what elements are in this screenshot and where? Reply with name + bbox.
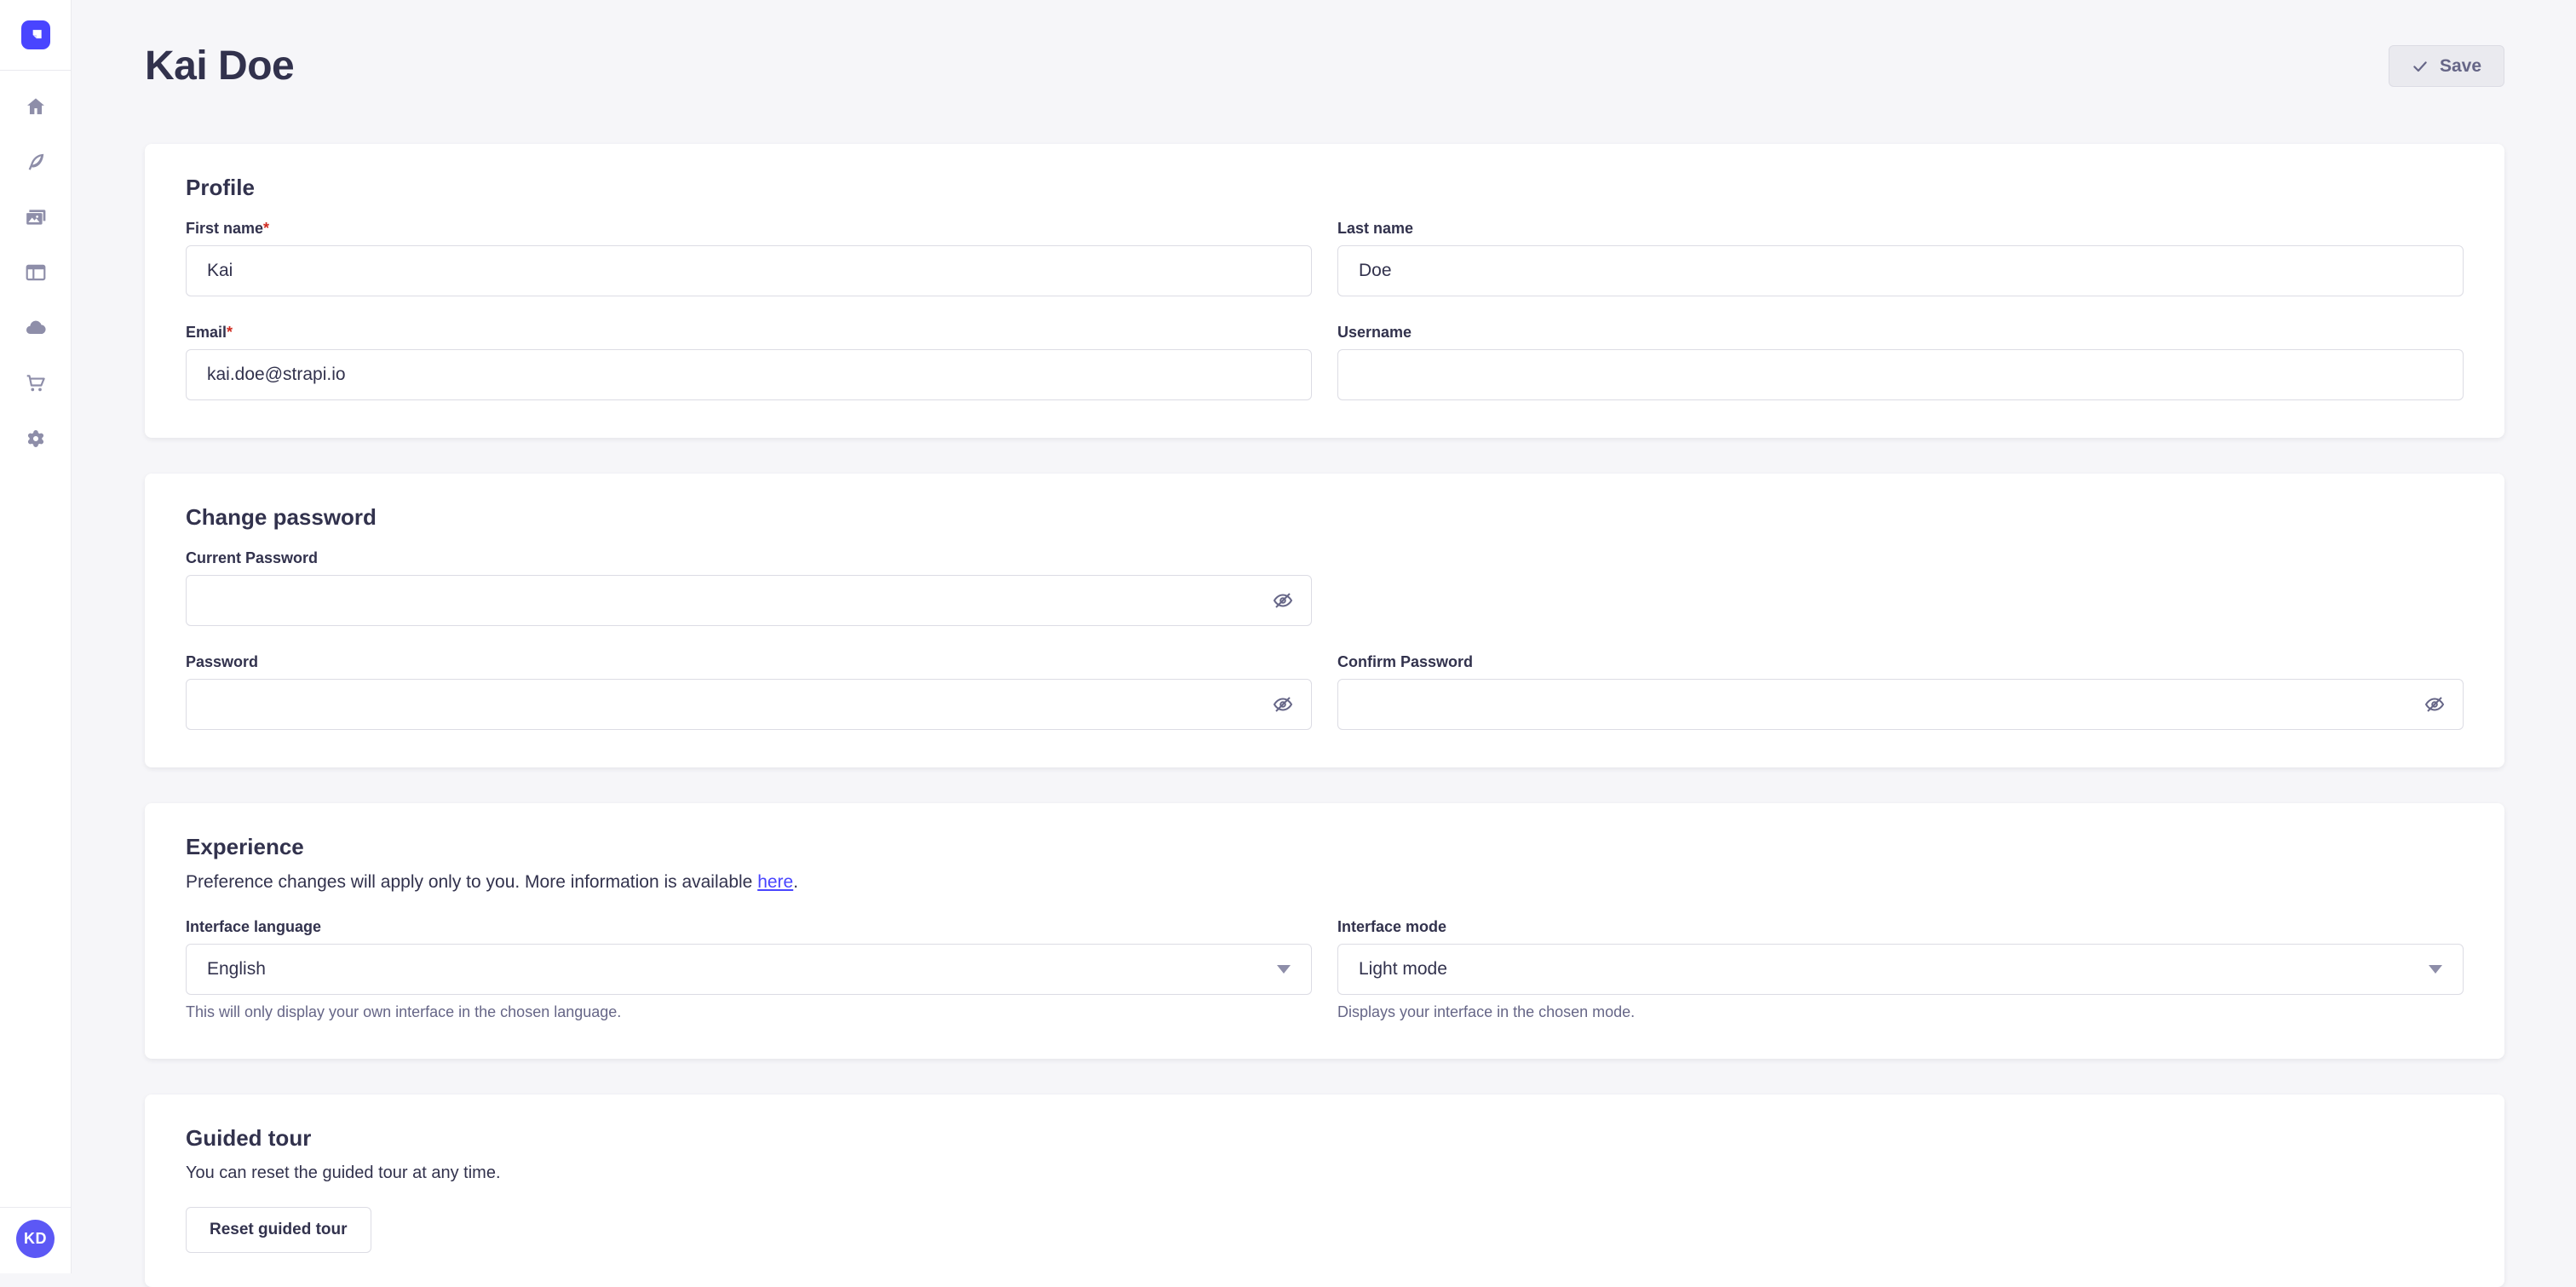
current-password-input[interactable] — [186, 575, 1312, 626]
experience-section: Experience Preference changes will apply… — [145, 803, 2504, 1059]
first-name-field: First name* — [186, 220, 1312, 296]
marketplace-cart-icon — [25, 372, 47, 394]
main-nav-sidebar: KD — [0, 0, 72, 1273]
password-input[interactable] — [186, 679, 1312, 730]
cloud-icon — [25, 317, 47, 339]
interface-mode-select[interactable]: Light mode — [1337, 944, 2464, 995]
required-asterisk: * — [263, 220, 269, 237]
sidebar-footer: KD — [0, 1207, 71, 1273]
sidebar-item-marketplace[interactable] — [19, 366, 53, 400]
eye-slash-icon — [1273, 590, 1293, 611]
media-library-icon — [25, 206, 47, 228]
profile-heading: Profile — [186, 175, 2464, 201]
interface-mode-value: Light mode — [1359, 959, 1447, 980]
confirm-password-field: Confirm Password — [1337, 653, 2464, 730]
save-button[interactable]: Save — [2389, 45, 2504, 87]
confirm-password-input[interactable] — [1337, 679, 2464, 730]
experience-heading: Experience — [186, 834, 2464, 860]
eye-slash-icon — [2424, 694, 2445, 715]
current-password-field: Current Password — [186, 549, 1312, 626]
email-label: Email — [186, 324, 227, 341]
first-name-label: First name — [186, 220, 263, 237]
email-input[interactable] — [186, 349, 1312, 400]
feather-icon — [25, 151, 47, 173]
toggle-password-visibility-button[interactable] — [1268, 689, 1298, 720]
page-title: Kai Doe — [145, 43, 294, 89]
interface-language-field: Interface language English This will onl… — [186, 918, 1312, 1021]
strapi-home-button[interactable] — [21, 20, 50, 49]
more-information-link[interactable]: here — [757, 872, 793, 892]
change-password-section: Change password Current Password — [145, 474, 2504, 767]
interface-language-label: Interface language — [186, 918, 1312, 936]
logo-section — [0, 0, 71, 71]
home-icon — [25, 95, 47, 118]
username-field: Username — [1337, 324, 2464, 400]
username-input[interactable] — [1337, 349, 2464, 400]
sidebar-item-settings[interactable] — [19, 422, 53, 456]
toggle-confirm-password-visibility-button[interactable] — [2419, 689, 2450, 720]
sidebar-item-home[interactable] — [19, 89, 53, 124]
interface-language-value: English — [207, 959, 266, 980]
chevron-down-icon — [2429, 965, 2442, 974]
guided-tour-description: You can reset the guided tour at any tim… — [186, 1163, 2464, 1183]
interface-language-hint: This will only display your own interfac… — [186, 1003, 1312, 1021]
interface-mode-label: Interface mode — [1337, 918, 2464, 936]
chevron-down-icon — [1277, 965, 1291, 974]
confirm-password-label: Confirm Password — [1337, 653, 2464, 671]
guided-tour-heading: Guided tour — [186, 1125, 2464, 1152]
sidebar-item-content-manager[interactable] — [19, 256, 53, 290]
settings-gear-icon — [25, 428, 47, 450]
password-label: Password — [186, 653, 1312, 671]
interface-language-select[interactable]: English — [186, 944, 1312, 995]
save-button-label: Save — [2440, 56, 2481, 77]
page-header: Kai Doe Save — [145, 43, 2504, 89]
email-field: Email* — [186, 324, 1312, 400]
last-name-label: Last name — [1337, 220, 2464, 238]
interface-mode-hint: Displays your interface in the chosen mo… — [1337, 1003, 2464, 1021]
sidebar-nav — [0, 71, 71, 1207]
last-name-input[interactable] — [1337, 245, 2464, 296]
last-name-field: Last name — [1337, 220, 2464, 296]
reset-guided-tour-button[interactable]: Reset guided tour — [186, 1207, 371, 1253]
toggle-current-password-visibility-button[interactable] — [1268, 585, 1298, 616]
change-password-heading: Change password — [186, 504, 2464, 531]
profile-section: Profile First name* Last name Email* Use… — [145, 144, 2504, 438]
main-content: Kai Doe Save Profile First name* Last na… — [72, 0, 2576, 1287]
eye-slash-icon — [1273, 694, 1293, 715]
guided-tour-section: Guided tour You can reset the guided tou… — [145, 1095, 2504, 1287]
user-avatar[interactable]: KD — [16, 1220, 55, 1258]
new-password-field: Password — [186, 653, 1312, 730]
username-label: Username — [1337, 324, 2464, 342]
layout-icon — [25, 261, 47, 284]
interface-mode-field: Interface mode Light mode Displays your … — [1337, 918, 2464, 1021]
check-icon — [2412, 58, 2429, 75]
current-password-label: Current Password — [186, 549, 1312, 567]
first-name-input[interactable] — [186, 245, 1312, 296]
sidebar-item-content-type-builder[interactable] — [19, 145, 53, 179]
required-asterisk: * — [227, 324, 233, 341]
strapi-logo-icon — [27, 26, 44, 43]
sidebar-item-cloud[interactable] — [19, 311, 53, 345]
experience-description: Preference changes will apply only to yo… — [186, 872, 2464, 893]
sidebar-item-media-library[interactable] — [19, 200, 53, 234]
